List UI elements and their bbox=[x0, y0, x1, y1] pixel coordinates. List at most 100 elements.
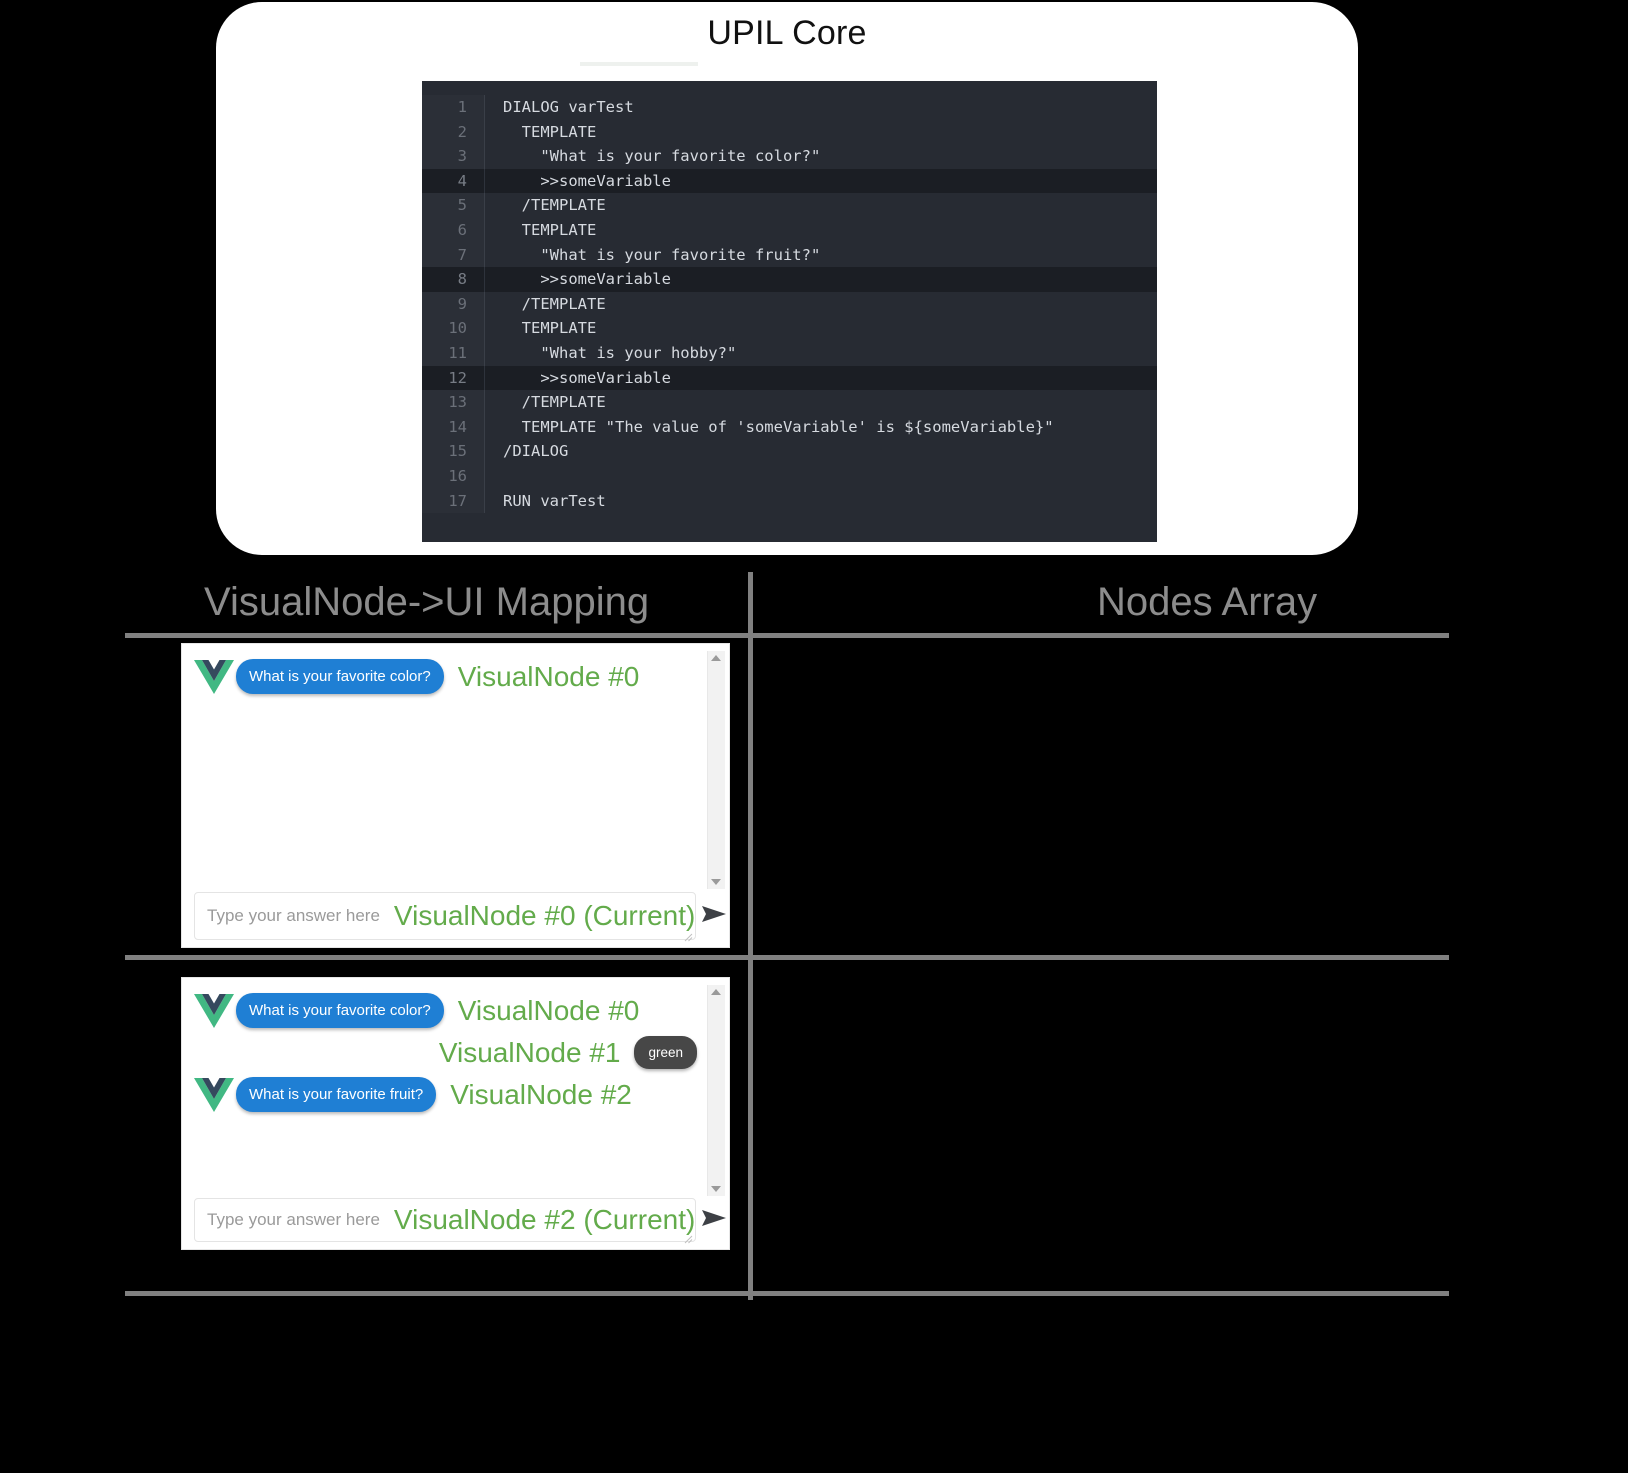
chat-input-bar: Type your answer here VisualNode #2 (Cur… bbox=[194, 1198, 727, 1244]
line-number: 3 bbox=[422, 144, 484, 169]
scroll-up-arrow-icon[interactable] bbox=[711, 655, 721, 661]
code-line-text: /TEMPLATE bbox=[484, 193, 1157, 218]
chat-message-list: What is your favorite color? VisualNode #… bbox=[194, 985, 703, 1196]
line-number: 1 bbox=[422, 95, 484, 120]
editor-top-padding bbox=[422, 81, 1157, 95]
code-line[interactable]: 14 TEMPLATE "The value of 'someVariable'… bbox=[422, 414, 1157, 440]
line-number: 2 bbox=[422, 119, 484, 145]
bot-message-bubble: What is your favorite color? bbox=[236, 993, 444, 1028]
scroll-down-arrow-icon[interactable] bbox=[711, 879, 721, 885]
chat-input-field[interactable]: Type your answer here VisualNode #0 (Cur… bbox=[194, 892, 697, 942]
line-number: 10 bbox=[422, 316, 484, 341]
code-line[interactable]: 6 TEMPLATE bbox=[422, 217, 1157, 243]
code-line[interactable]: 8 >>someVariable bbox=[422, 267, 1157, 292]
code-line[interactable]: 10 TEMPLATE bbox=[422, 316, 1157, 341]
visual-node-label: VisualNode #1 bbox=[438, 1036, 621, 1068]
code-line-text: /DIALOG bbox=[484, 439, 1157, 464]
column-header-nodes-array: Nodes Array bbox=[1097, 580, 1318, 624]
code-line-text: TEMPLATE bbox=[484, 217, 1157, 243]
current-node-label: VisualNode #2 (Current) bbox=[393, 1204, 696, 1235]
bot-message-bubble: What is your favorite fruit? bbox=[236, 1077, 437, 1112]
vue-logo-icon bbox=[194, 1077, 234, 1112]
chat-input-placeholder: Type your answer here bbox=[207, 1210, 380, 1229]
chat-message-list: What is your favorite color? VisualNode #… bbox=[194, 651, 703, 889]
code-line[interactable]: 7 "What is your favorite fruit?" bbox=[422, 242, 1157, 268]
code-line[interactable]: 11 "What is your hobby?" bbox=[422, 340, 1157, 366]
grid-line-horizontal-bottom bbox=[125, 1291, 1449, 1296]
code-line-text: >>someVariable bbox=[484, 365, 1157, 391]
line-number: 8 bbox=[422, 267, 484, 292]
scroll-down-arrow-icon[interactable] bbox=[711, 1186, 721, 1192]
code-line[interactable]: 4 >>someVariable bbox=[422, 168, 1157, 194]
send-arrow-icon bbox=[701, 903, 727, 930]
code-line[interactable]: 13 /TEMPLATE bbox=[422, 390, 1157, 415]
code-line-text: >>someVariable bbox=[484, 168, 1157, 194]
resize-grip-icon[interactable] bbox=[684, 1231, 693, 1244]
grid-line-horizontal-middle bbox=[125, 955, 1449, 960]
vue-logo-icon bbox=[194, 659, 234, 694]
grid-line-vertical-divider bbox=[748, 572, 753, 1300]
current-node-label: VisualNode #0 (Current) bbox=[393, 900, 696, 931]
code-line[interactable]: 9 /TEMPLATE bbox=[422, 291, 1157, 317]
user-message-bubble: green bbox=[634, 1036, 697, 1069]
code-line-text bbox=[484, 463, 1157, 489]
column-header-visualnode-ui-mapping: VisualNode->UI Mapping bbox=[204, 580, 650, 624]
line-number: 14 bbox=[422, 414, 484, 440]
chat-message-row: What is your favorite fruit? VisualNode #… bbox=[194, 1077, 703, 1112]
upil-core-panel: UPIL Core 1 DIALOG varTest 2 TEMPLATE 3 "Wh… bbox=[216, 2, 1358, 555]
visual-node-label: VisualNode #0 bbox=[457, 994, 640, 1026]
code-line-text: TEMPLATE bbox=[484, 119, 1157, 145]
code-line-text: /TEMPLATE bbox=[484, 291, 1157, 317]
line-number: 11 bbox=[422, 340, 484, 366]
code-line[interactable]: 3 "What is your favorite color?" bbox=[422, 144, 1157, 169]
line-number: 13 bbox=[422, 390, 484, 415]
editor-tab-stub bbox=[580, 62, 698, 66]
chat-widget-2: What is your favorite color? VisualNode #… bbox=[181, 977, 730, 1250]
chat-message-row: What is your favorite color? VisualNode #… bbox=[194, 659, 703, 694]
visual-node-label: VisualNode #2 bbox=[450, 1078, 632, 1110]
chat-message-row: What is your favorite color? VisualNode #… bbox=[194, 993, 703, 1028]
code-line-text: TEMPLATE "The value of 'someVariable' is… bbox=[484, 414, 1157, 440]
resize-grip-icon[interactable] bbox=[684, 929, 693, 942]
line-number: 7 bbox=[422, 242, 484, 268]
send-button[interactable] bbox=[696, 1198, 732, 1242]
code-line-text: >>someVariable bbox=[484, 267, 1157, 292]
code-line[interactable]: 2 TEMPLATE bbox=[422, 119, 1157, 145]
line-number: 16 bbox=[422, 463, 484, 489]
code-line-text: "What is your favorite fruit?" bbox=[484, 242, 1157, 268]
chat-message-row: VisualNode #1 green bbox=[194, 1036, 703, 1069]
scroll-up-arrow-icon[interactable] bbox=[711, 989, 721, 995]
chat-scrollbar[interactable] bbox=[707, 985, 725, 1196]
bot-message-bubble: What is your favorite color? bbox=[236, 659, 444, 694]
line-number: 12 bbox=[422, 365, 484, 391]
code-line[interactable]: 5 /TEMPLATE bbox=[422, 193, 1157, 218]
chat-scrollbar[interactable] bbox=[707, 651, 725, 889]
send-button[interactable] bbox=[696, 892, 732, 940]
send-arrow-icon bbox=[701, 1207, 727, 1234]
line-number: 4 bbox=[422, 168, 484, 194]
chat-input-field[interactable]: Type your answer here VisualNode #2 (Cur… bbox=[194, 1198, 697, 1244]
chat-input-placeholder: Type your answer here bbox=[207, 906, 380, 925]
code-line[interactable]: 1 DIALOG varTest bbox=[422, 95, 1157, 120]
visual-node-label: VisualNode #0 bbox=[457, 660, 640, 692]
code-line[interactable]: 17 RUN varTest bbox=[422, 488, 1157, 514]
line-number: 17 bbox=[422, 488, 484, 514]
line-number: 5 bbox=[422, 193, 484, 218]
code-lines-container: 1 DIALOG varTest 2 TEMPLATE 3 "What is your… bbox=[422, 95, 1157, 514]
code-line[interactable]: 16 bbox=[422, 463, 1157, 489]
line-number: 9 bbox=[422, 291, 484, 317]
line-number: 6 bbox=[422, 217, 484, 243]
code-line[interactable]: 12 >>someVariable bbox=[422, 365, 1157, 391]
code-editor[interactable]: 1 DIALOG varTest 2 TEMPLATE 3 "What is your… bbox=[422, 81, 1157, 542]
chat-widget-1: What is your favorite color? VisualNode #… bbox=[181, 643, 730, 948]
grid-line-horizontal-top bbox=[125, 633, 1449, 638]
code-line-text: RUN varTest bbox=[484, 488, 1157, 514]
code-line-text: "What is your hobby?" bbox=[484, 340, 1157, 366]
code-line-text: /TEMPLATE bbox=[484, 390, 1157, 415]
line-number: 15 bbox=[422, 439, 484, 464]
vue-logo-icon bbox=[194, 993, 234, 1028]
chat-input-bar: Type your answer here VisualNode #0 (Cur… bbox=[194, 892, 727, 942]
upil-core-title: UPIL Core bbox=[707, 14, 867, 52]
code-line-text: "What is your favorite color?" bbox=[484, 144, 1157, 169]
code-line[interactable]: 15/DIALOG bbox=[422, 439, 1157, 464]
